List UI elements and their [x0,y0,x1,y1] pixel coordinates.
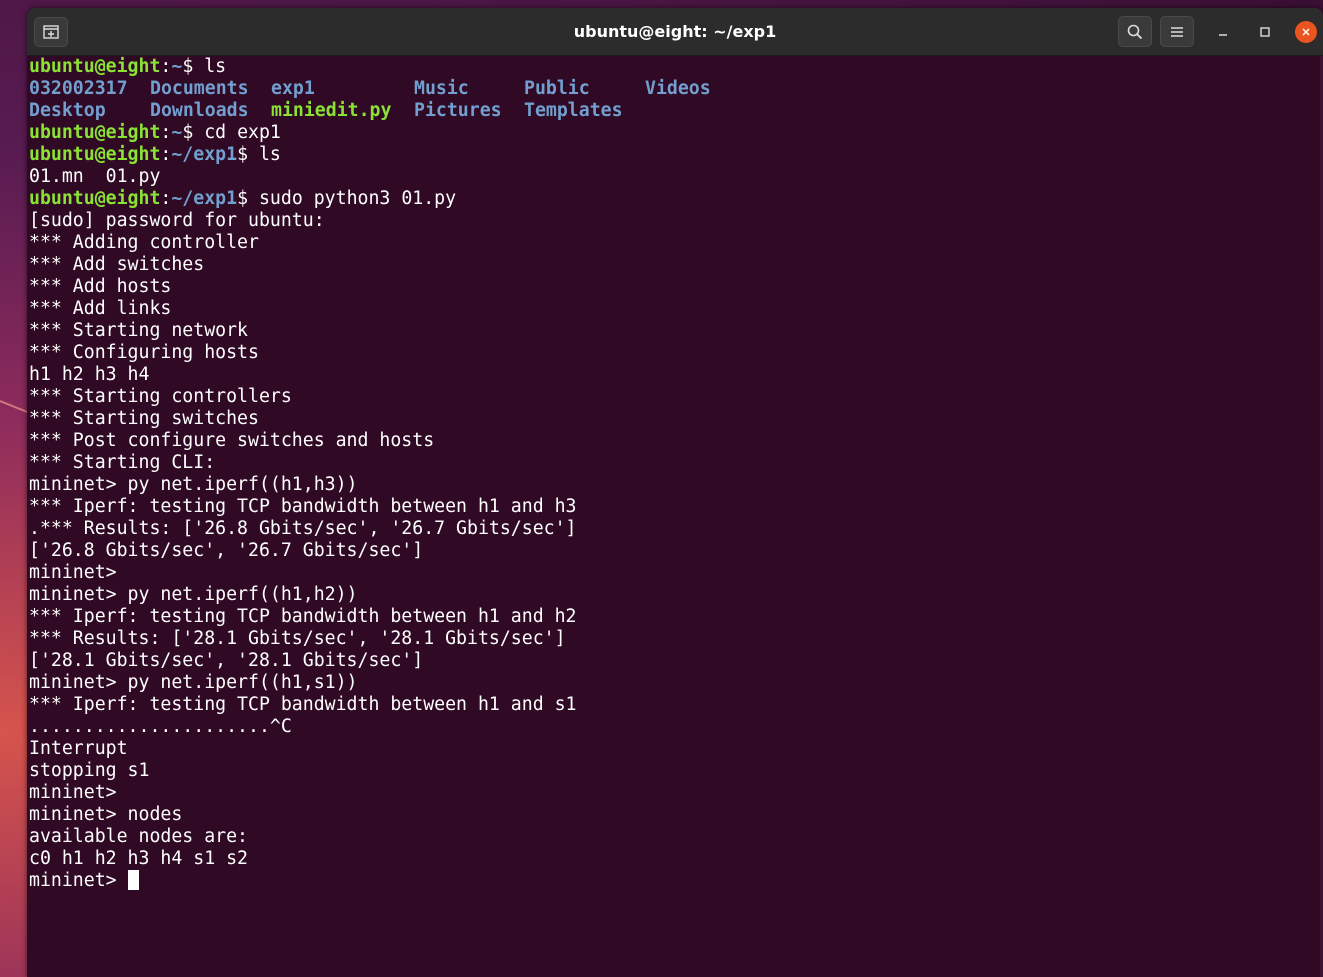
command-text: ls [258,144,281,165]
active-prompt-line[interactable]: mininet> [29,870,1309,892]
search-icon [1127,24,1143,39]
text-cursor [127,870,139,890]
output-line: ['26.8 Gbits/sec', '26.7 Gbits/sec'] [29,540,424,561]
prompt-user: ubuntu@eight [29,122,161,143]
output-line: c0 h1 h2 h3 h4 s1 s2 [29,848,248,869]
output-line: *** Starting CLI: [29,452,216,473]
output-line: mininet> nodes [29,804,183,825]
ls-output-row: 032002317 Documents exp1 Music Public Videos [29,78,1309,100]
output-line: *** Iperf: testing TCP bandwidth between… [29,496,577,517]
menu-button[interactable] [1160,16,1194,47]
output-line: *** Adding controller [29,232,259,253]
output-line: ['28.1 Gbits/sec', '28.1 Gbits/sec'] [29,650,424,671]
output-line: available nodes are: [29,826,248,847]
output-line: h1 h2 h3 h4 [29,364,150,385]
close-button[interactable] [1295,21,1317,43]
command-text: sudo python3 01.py [258,188,457,209]
prompt-dollar: $ [182,56,205,77]
search-button[interactable] [1118,16,1152,47]
directory-entry: Videos [645,78,711,99]
directory-entry: Music [414,78,469,99]
output-line: *** Configuring hosts [29,342,259,363]
prompt-path: ~/exp1 [171,144,238,165]
output-line: mininet> [29,562,117,583]
output-line: [sudo] password for ubuntu: [29,210,325,231]
prompt-path: ~/exp1 [171,188,238,209]
prompt-dollar: $ [182,122,205,143]
new-tab-icon [43,25,59,39]
mininet-prompt: mininet> [29,870,128,891]
output-line: Interrupt [29,738,128,759]
command-text: ls [204,56,227,77]
terminal-window: ubuntu@eight: ~/exp1 ubuntu@eight:~$ ls … [27,8,1323,977]
directory-entry: 032002317 [29,78,128,99]
prompt-line: ubuntu@eight:~/exp1$ sudo python3 01.py [29,188,1309,210]
minimize-button[interactable] [1211,20,1235,44]
output-line: ......................^C [29,716,292,737]
prompt-path: ~ [171,56,183,77]
prompt-dollar: $ [237,188,259,209]
output-line: mininet> py net.iperf((h1,s1)) [29,672,358,693]
prompt-path: ~ [171,122,183,143]
prompt-user: ubuntu@eight [29,144,161,165]
close-icon [1302,28,1310,36]
output-line: *** Starting switches [29,408,259,429]
prompt-line: ubuntu@eight:~$ cd exp1 [29,122,1309,144]
terminal-output[interactable]: ubuntu@eight:~$ ls 032002317 Documents exp… [29,56,1309,977]
title-bar[interactable]: ubuntu@eight: ~/exp1 [27,8,1323,56]
ls-output-row: Desktop Downloads miniedit.py Pictures Templ… [29,100,1309,122]
directory-entry: exp1 [271,78,315,99]
maximize-icon [1260,27,1270,37]
output-line: *** Results: ['28.1 Gbits/sec', '28.1 Gb… [29,628,566,649]
executable-entry: miniedit.py [271,100,392,121]
output-line: *** Starting controllers [29,386,292,407]
prompt-user: ubuntu@eight [29,56,161,77]
output-line: *** Post configure switches and hosts [29,430,435,451]
output-line: mininet> py net.iperf((h1,h2)) [29,584,358,605]
prompt-separator: : [160,188,172,209]
new-tab-button[interactable] [34,17,68,47]
output-line: *** Iperf: testing TCP bandwidth between… [29,694,577,715]
hamburger-menu-icon [1171,26,1183,37]
directory-entry: Desktop [29,100,106,121]
output-line: *** Add switches [29,254,205,275]
output-line: *** Add hosts [29,276,172,297]
prompt-separator: : [160,122,172,143]
directory-entry: Templates [524,100,623,121]
directory-entry: Downloads [150,100,249,121]
prompt-dollar: $ [237,144,259,165]
prompt-separator: : [160,56,172,77]
prompt-line: ubuntu@eight:~$ ls [29,56,1309,78]
minimize-icon [1219,34,1227,36]
output-line: .*** Results: ['26.8 Gbits/sec', '26.7 G… [29,518,577,539]
prompt-separator: : [160,144,172,165]
prompt-line: ubuntu@eight:~/exp1$ ls [29,144,1309,166]
command-text: cd exp1 [204,122,281,143]
directory-entry: Pictures [414,100,502,121]
output-line: mininet> [29,782,117,803]
output-line: *** Starting network [29,320,248,341]
maximize-button[interactable] [1253,20,1277,44]
output-line: *** Iperf: testing TCP bandwidth between… [29,606,577,627]
output-line: mininet> py net.iperf((h1,h3)) [29,474,358,495]
prompt-user: ubuntu@eight [29,188,161,209]
output-line: *** Add links [29,298,172,319]
output-line: stopping s1 [29,760,150,781]
directory-entry: Documents [150,78,249,99]
ls-output-row: 01.mn 01.py [29,166,161,187]
directory-entry: Public [524,78,590,99]
